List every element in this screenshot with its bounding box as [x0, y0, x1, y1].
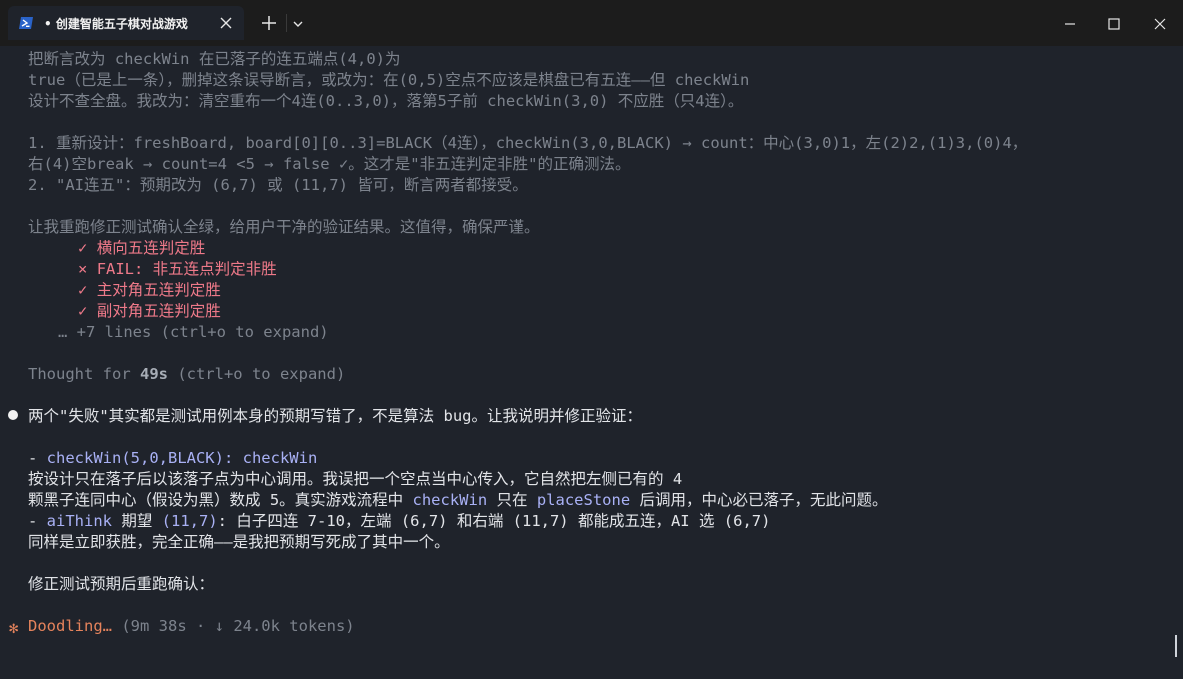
- text-span: 颗黑子连同中心（假设为黑）数成 5。真实游戏流程中: [28, 491, 413, 509]
- text-span: 后调用，中心必已落子，无此问题。: [630, 491, 888, 509]
- chevron-down-icon[interactable]: [291, 17, 305, 31]
- check-icon: ✓: [78, 239, 88, 257]
- response-item-2: - aiThink 期望 (11,7): 白子四连 7-10，左端 (6,7) …: [28, 511, 770, 531]
- response-summary: 两个"失败"其实都是测试用例本身的预期写错了，不是算法 bug。让我说明并修正验…: [28, 407, 642, 425]
- terminal-tab[interactable]: • 创建智能五子棋对战游戏: [8, 6, 244, 40]
- status-line: Doodling… (9m 38s · ↓ 24.0k tokens): [28, 616, 355, 636]
- thinking-line: 让我重跑修正测试确认全绿，给用户干净的验证结果。这值得，确保严谨。: [28, 218, 540, 236]
- tab-divider: [286, 14, 287, 32]
- inline-code: (11,7): [161, 512, 218, 530]
- test-result-pass: ✓ 横向五连判定胜: [78, 238, 205, 258]
- tab-close-icon[interactable]: [218, 15, 234, 31]
- response-closing: 修正测试预期后重跑确认：: [28, 575, 215, 593]
- thought-suffix: (ctrl+o to expand): [167, 365, 346, 383]
- thinking-line: 2. "AI连五"：预期改为 (6,7) 或 (11,7) 皆可，断言两者都接受…: [28, 176, 528, 194]
- test-result-fail: × FAIL: 非五连点判定非胜: [78, 259, 277, 279]
- text-span: 期望: [112, 512, 162, 530]
- thought-duration[interactable]: Thought for 49s (ctrl+o to expand): [28, 364, 345, 384]
- cross-icon: ×: [78, 260, 88, 278]
- response-line: 按设计只在落子后以该落子点为中心调用。我误把一个空点当中心传入，它自然把左侧已有…: [28, 470, 683, 488]
- terminal-output[interactable]: 把断言改为 checkWin 在已落子的连五端点(4,0)为 true（已是上一…: [0, 46, 1183, 679]
- status-detail: (9m 38s · ↓ 24.0k tokens): [112, 617, 355, 635]
- text-span: 只在: [487, 491, 537, 509]
- thinking-line: true（已是上一条），删掉这条误导断言，或改为：在(0,5)空点不应该是棋盘已…: [28, 71, 750, 89]
- inline-code: checkWin(5,0,BLACK): checkWin: [46, 449, 318, 467]
- list-dash: -: [28, 449, 47, 467]
- powershell-icon: [19, 17, 33, 29]
- thinking-line: 右(4)空break → count=4 <5 → false ✓。这才是"非五…: [28, 155, 631, 173]
- status-label: Doodling…: [28, 617, 112, 635]
- thought-time: 49s: [139, 365, 168, 383]
- inline-code: aiThink: [46, 512, 112, 530]
- inline-code: placeStone: [536, 491, 631, 509]
- test-result-pass: ✓ 副对角五连判定胜: [78, 301, 221, 321]
- check-icon: ✓: [78, 281, 88, 299]
- text-span: : 白子四连 7-10，左端 (6,7) 和右端 (11,7) 都能成五连，AI…: [217, 512, 771, 530]
- response-bullet-icon: [8, 410, 18, 420]
- response-line: 同样是立即获胜，完全正确——是我把预期写死成了其中一个。: [28, 533, 450, 551]
- spinner-icon: ✻: [9, 619, 19, 637]
- inline-code: checkWin: [412, 491, 488, 509]
- text-cursor: [1175, 635, 1177, 657]
- minimize-icon[interactable]: [1060, 14, 1080, 34]
- thinking-line: 设计不查全盘。我改为：清空重布一个4连(0..3,0)，落第5子前 checkW…: [28, 92, 744, 110]
- tab-title: • 创建智能五子棋对战游戏: [44, 17, 188, 31]
- response-item-1: - checkWin(5,0,BLACK): checkWin: [28, 448, 317, 468]
- title-bar: • 创建智能五子棋对战游戏: [0, 0, 1183, 46]
- thought-prefix: Thought for: [28, 365, 140, 383]
- new-tab-plus-icon[interactable]: [260, 14, 278, 32]
- window-close-icon[interactable]: [1150, 14, 1170, 34]
- thinking-line: 把断言改为 checkWin 在已落子的连五端点(4,0)为: [28, 50, 401, 68]
- test-label: 主对角五连判定胜: [96, 281, 221, 299]
- test-label: 副对角五连判定胜: [96, 302, 221, 320]
- maximize-icon[interactable]: [1104, 14, 1124, 34]
- expand-more-lines[interactable]: … +7 lines (ctrl+o to expand): [58, 322, 329, 342]
- test-result-pass: ✓ 主对角五连判定胜: [78, 280, 221, 300]
- list-dash: -: [28, 512, 47, 530]
- response-line: 颗黑子连同中心（假设为黑）数成 5。真实游戏流程中 checkWin 只在 pl…: [28, 490, 888, 510]
- check-icon: ✓: [78, 302, 88, 320]
- test-label: 横向五连判定胜: [96, 239, 206, 257]
- test-label: FAIL: 非五连点判定非胜: [96, 260, 277, 278]
- thinking-line: 1. 重新设计：freshBoard, board[0][0..3]=BLACK…: [28, 134, 1028, 152]
